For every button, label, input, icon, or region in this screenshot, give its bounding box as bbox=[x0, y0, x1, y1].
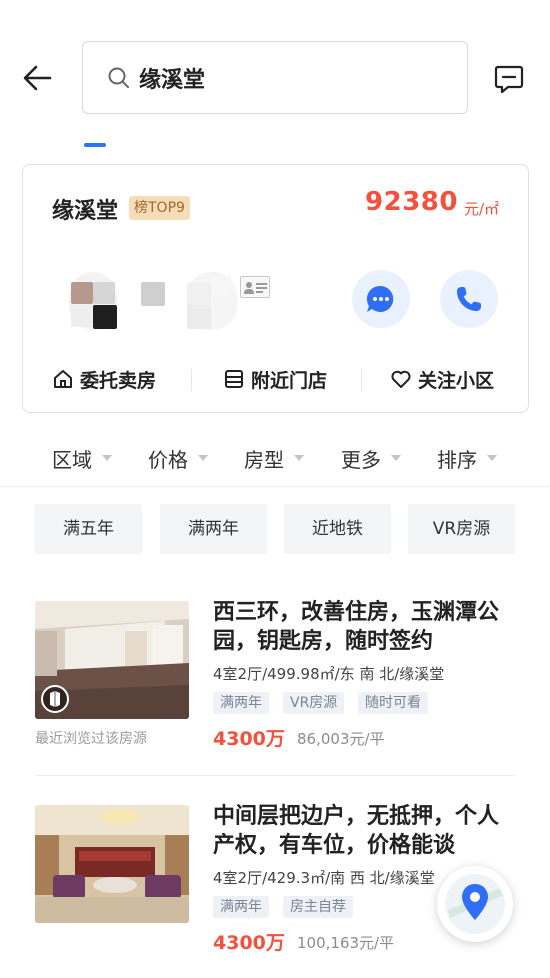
chip-near-subway[interactable]: 近地铁 bbox=[284, 504, 391, 554]
avatar-pixel bbox=[71, 305, 93, 327]
listing-tag: 满两年 bbox=[213, 896, 269, 918]
listing-title: 中间层把边户，无抵押，个人产权，有车位，价格能谈 bbox=[213, 804, 500, 858]
vr-icon bbox=[41, 685, 69, 713]
listing-info: 4室2厅/499.98㎡/东 南 北/缘溪堂 bbox=[213, 665, 445, 683]
filter-more-label: 更多 bbox=[341, 447, 381, 472]
entrust-sale-button[interactable]: 委托卖房 bbox=[52, 365, 156, 393]
back-arrow-icon bbox=[23, 65, 52, 91]
community-name: 缘溪堂 bbox=[52, 199, 119, 224]
avatar-pixel bbox=[141, 282, 165, 306]
tab-indicator bbox=[84, 143, 106, 147]
listing-unit-price: 100,163元/平 bbox=[297, 934, 395, 952]
listing-tag: 满两年 bbox=[213, 692, 269, 714]
chip-vr-listing[interactable]: VR房源 bbox=[408, 504, 515, 554]
follow-community-label: 关注小区 bbox=[418, 369, 495, 392]
filter-price[interactable]: 价格 bbox=[148, 444, 208, 472]
avatar-pixel bbox=[93, 305, 117, 329]
caret-down-icon bbox=[198, 455, 208, 461]
map-pin-icon bbox=[445, 874, 505, 934]
listing-photo bbox=[35, 601, 189, 719]
phone-icon bbox=[457, 287, 481, 311]
price-unit: 元/㎡ bbox=[463, 200, 499, 218]
listing-tag: VR房源 bbox=[283, 692, 345, 714]
chat-icon bbox=[366, 285, 394, 312]
caret-down-icon bbox=[487, 455, 497, 461]
search-input[interactable]: 缘溪堂 bbox=[82, 41, 468, 114]
listing-photo bbox=[35, 805, 189, 923]
filter-region[interactable]: 区域 bbox=[52, 444, 112, 472]
listing-tag: 房主自荐 bbox=[283, 896, 353, 918]
store-icon bbox=[225, 370, 243, 388]
divider bbox=[0, 486, 550, 487]
community-card[interactable]: 缘溪堂 榜TOP9 92380 元/㎡ 委托卖房 附近门店 关注小区 bbox=[22, 164, 529, 413]
nearby-store-button[interactable]: 附近门店 bbox=[223, 365, 327, 393]
listing-card[interactable]: 西三环，改善住房，玉渊潭公园，钥匙房，随时签约 4室2厅/499.98㎡/东 南… bbox=[0, 600, 550, 770]
filter-sort-label: 排序 bbox=[437, 447, 477, 472]
filter-sort[interactable]: 排序 bbox=[437, 444, 497, 472]
caret-down-icon bbox=[102, 455, 112, 461]
search-icon bbox=[108, 67, 129, 88]
listing-unit-price: 86,003元/平 bbox=[297, 730, 385, 748]
avatar-pixel bbox=[71, 282, 93, 304]
listing-title: 西三环，改善住房，玉渊潭公园，钥匙房，随时签约 bbox=[213, 600, 500, 654]
id-card-icon bbox=[240, 276, 270, 298]
listing-tag: 随时可看 bbox=[358, 692, 428, 714]
avatar-pixel bbox=[93, 282, 115, 304]
agent-avatars[interactable] bbox=[67, 268, 317, 338]
message-button[interactable] bbox=[492, 62, 526, 96]
listing-price: 4300万 bbox=[213, 932, 285, 954]
nearby-store-label: 附近门店 bbox=[251, 369, 328, 392]
caret-down-icon bbox=[391, 455, 401, 461]
follow-community-button[interactable]: 关注小区 bbox=[390, 365, 494, 393]
listing-info: 4室2厅/429.3㎡/南 西 北/缘溪堂 bbox=[213, 869, 435, 887]
heart-icon bbox=[391, 370, 411, 388]
recently-viewed-note: 最近浏览过该房源 bbox=[35, 731, 147, 747]
listing-price: 4300万 bbox=[213, 728, 285, 750]
caret-down-icon bbox=[294, 455, 304, 461]
divider bbox=[35, 775, 515, 776]
back-button[interactable] bbox=[20, 62, 56, 94]
map-view-button[interactable] bbox=[437, 866, 513, 942]
home-icon bbox=[54, 370, 72, 388]
avatar-pixel bbox=[187, 305, 211, 329]
rank-badge[interactable]: 榜TOP9 bbox=[129, 196, 190, 220]
filter-region-label: 区域 bbox=[52, 447, 92, 472]
filter-price-label: 价格 bbox=[148, 447, 188, 472]
divider bbox=[361, 369, 362, 391]
avatar-pixel bbox=[187, 282, 211, 306]
call-button[interactable] bbox=[440, 270, 498, 328]
average-price: 92380 bbox=[365, 187, 458, 217]
search-query-text: 缘溪堂 bbox=[139, 68, 206, 93]
divider bbox=[191, 369, 192, 391]
filter-more[interactable]: 更多 bbox=[341, 444, 401, 472]
message-icon bbox=[494, 65, 524, 94]
avatar-pixel bbox=[211, 276, 231, 296]
filter-layout-label: 房型 bbox=[244, 447, 284, 472]
chip-two-years[interactable]: 满两年 bbox=[160, 504, 267, 554]
chat-button[interactable] bbox=[352, 270, 410, 328]
entrust-sale-label: 委托卖房 bbox=[80, 369, 157, 392]
chip-five-years[interactable]: 满五年 bbox=[35, 504, 142, 554]
filter-layout[interactable]: 房型 bbox=[244, 444, 304, 472]
